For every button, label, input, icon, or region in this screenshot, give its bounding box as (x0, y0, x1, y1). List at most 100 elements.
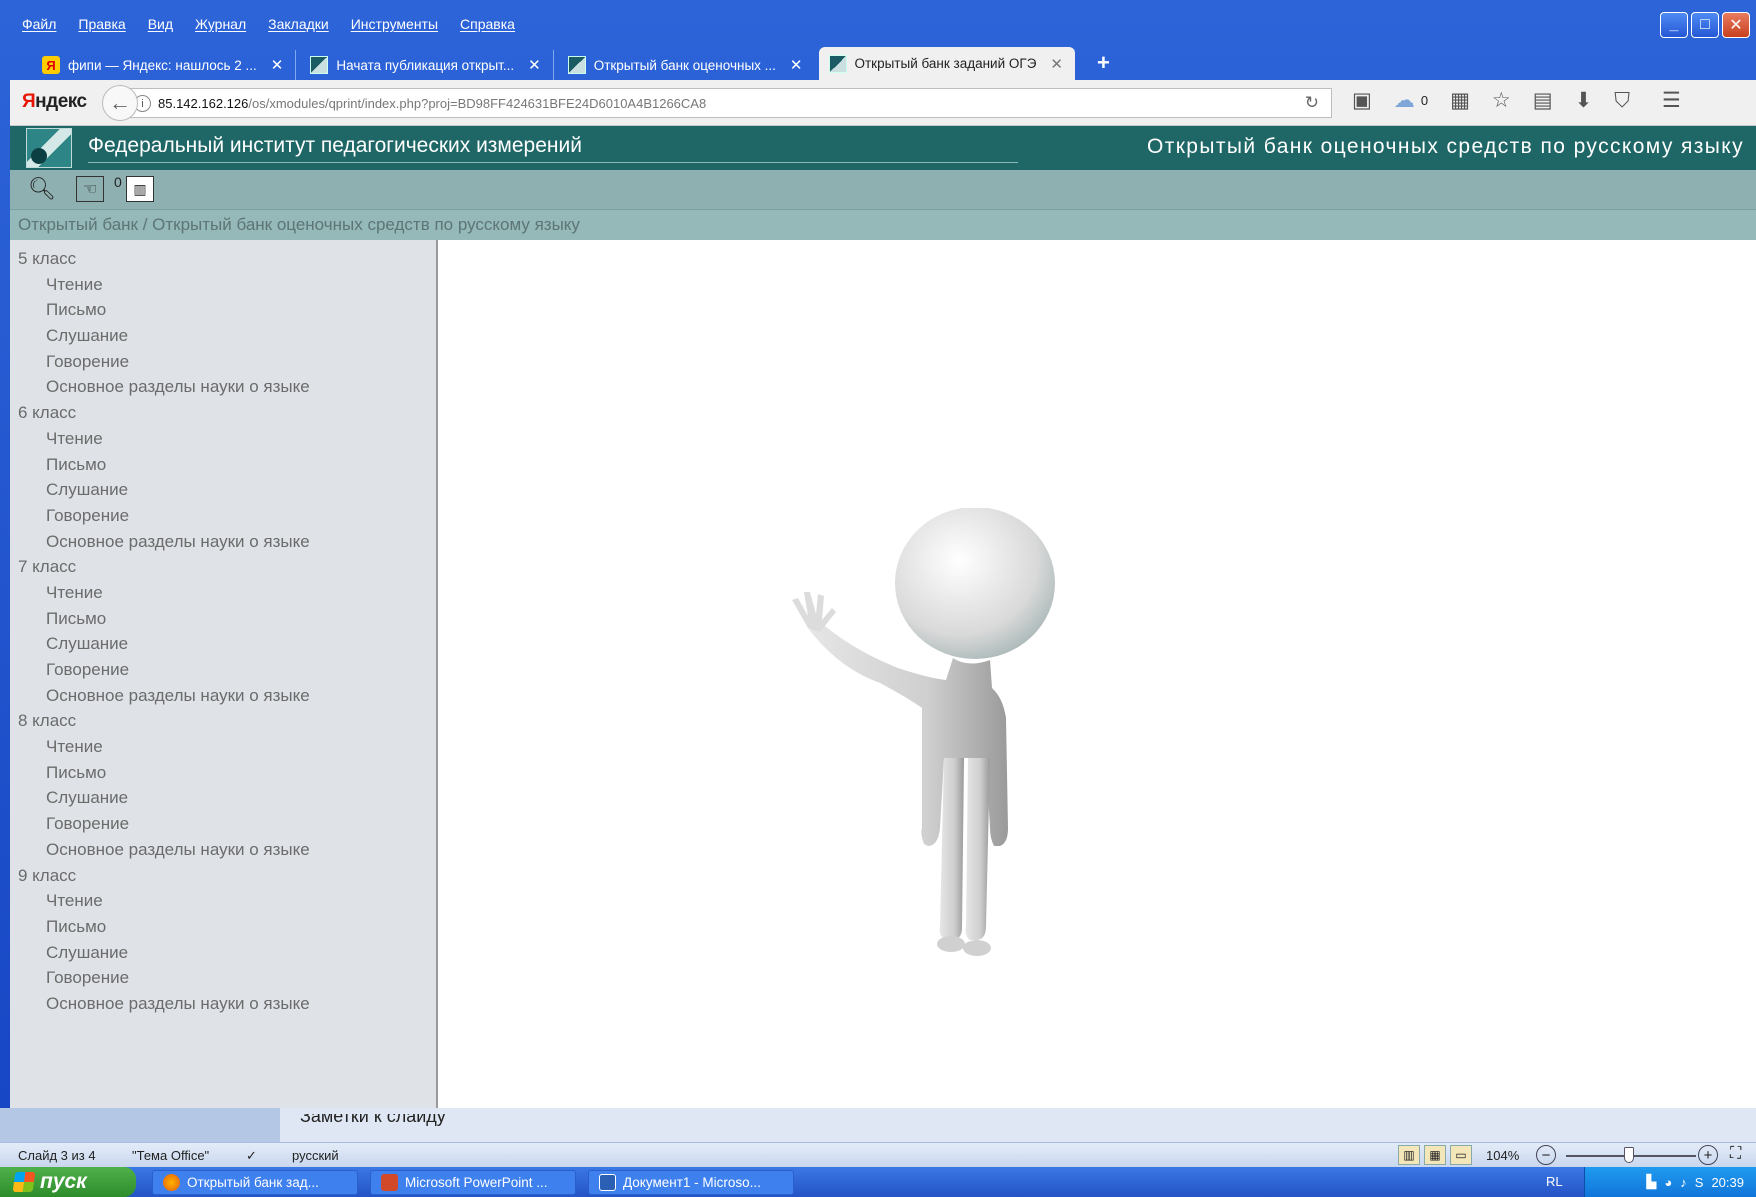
start-button[interactable]: пуск (0, 1167, 136, 1197)
network-icon[interactable]: ▙ (1646, 1174, 1656, 1190)
close-tab-icon[interactable]: ✕ (271, 56, 284, 74)
tab-open-bank-oge[interactable]: Открытый банк заданий ОГЭ ✕ (818, 47, 1075, 80)
menu-edit[interactable]: Правка (78, 16, 125, 32)
menu-bookmarks[interactable]: Закладки (268, 16, 329, 32)
maximize-button[interactable]: □ (1691, 12, 1719, 38)
sidebar-item-listening[interactable]: Слушание (18, 323, 436, 349)
sidebar-item-writing[interactable]: Письмо (18, 606, 436, 632)
sidebar-item-reading[interactable]: Чтение (18, 426, 436, 452)
search-icon[interactable]: 🔍︎ (28, 176, 56, 202)
new-tab-button[interactable]: + (1097, 50, 1110, 80)
statistics-icon[interactable]: ▥ (126, 176, 154, 202)
sidebar-item-language-science[interactable]: Основное разделы науки о языке (18, 374, 436, 400)
menu-view[interactable]: Вид (148, 16, 173, 32)
zoom-level[interactable]: 104% (1486, 1148, 1519, 1163)
breadcrumb[interactable]: Открытый банк / Открытый банк оценочных … (10, 210, 1756, 240)
fipi-icon (828, 54, 847, 73)
screenshot-icon[interactable]: ▣ (1352, 88, 1372, 113)
class-7[interactable]: 7 класс (18, 554, 436, 580)
normal-view-icon[interactable]: ▥ (1398, 1145, 1420, 1165)
menu-bar: Файл Правка Вид Журнал Закладки Инструме… (10, 8, 1650, 40)
firefox-icon (163, 1174, 180, 1191)
menu-help[interactable]: Справка (460, 16, 515, 32)
slideshow-icon[interactable]: ▭ (1450, 1145, 1472, 1165)
back-button[interactable]: ← (102, 85, 138, 121)
minimize-button[interactable]: _ (1660, 12, 1688, 38)
skype-icon[interactable]: S (1695, 1175, 1704, 1190)
arrow-left-icon: ← (109, 90, 131, 115)
sidebar-item-reading[interactable]: Чтение (18, 734, 436, 760)
tab-publication[interactable]: Начата публикация открыт... ✕ (300, 50, 554, 80)
header-divider (88, 162, 1018, 163)
sidebar-item-listening[interactable]: Слушание (18, 631, 436, 657)
selected-count: 0 (114, 174, 122, 190)
sidebar-item-writing[interactable]: Письмо (18, 914, 436, 940)
sidebar-item-writing[interactable]: Письмо (18, 452, 436, 478)
menu-history[interactable]: Журнал (195, 16, 246, 32)
hand-icon[interactable]: ☜ (76, 176, 104, 202)
sidebar-item-listening[interactable]: Слушание (18, 477, 436, 503)
close-tab-icon[interactable]: ✕ (528, 56, 541, 74)
class-8[interactable]: 8 класс (18, 708, 436, 734)
sidebar-item-speaking[interactable]: Говорение (18, 349, 436, 375)
sidebar-item-language-science[interactable]: Основное разделы науки о языке (18, 837, 436, 863)
taskbar-item-word[interactable]: Документ1 - Microso... (588, 1170, 794, 1195)
site-subtitle: Открытый банк оценочных средств по русск… (1146, 135, 1744, 158)
zoom-in-icon[interactable]: + (1698, 1145, 1718, 1165)
sidebar-item-language-science[interactable]: Основное разделы науки о языке (18, 991, 436, 1017)
zoom-out-icon[interactable]: − (1536, 1145, 1556, 1165)
sidebar-item-speaking[interactable]: Говорение (18, 811, 436, 837)
tab-yandex-search[interactable]: Я фипи — Яндекс: нашлось 2 ... ✕ (32, 50, 297, 80)
cloud-icon[interactable]: ☁ 0 (1394, 88, 1428, 113)
download-icon[interactable]: ⬇ (1575, 88, 1593, 113)
language-indicator: русский (292, 1148, 339, 1163)
taskbar-item-firefox[interactable]: Открытый банк зад... (152, 1170, 358, 1195)
reload-icon[interactable]: ↻ (1305, 93, 1319, 113)
sidebar-item-listening[interactable]: Слушание (18, 785, 436, 811)
sidebar-item-reading[interactable]: Чтение (18, 580, 436, 606)
sidebar-item-language-science[interactable]: Основное разделы науки о языке (18, 529, 436, 555)
extension-icon[interactable]: ▦ (1450, 88, 1470, 113)
sidebar-item-speaking[interactable]: Говорение (18, 657, 436, 683)
fipi-icon (567, 56, 586, 74)
menu-tools[interactable]: Инструменты (351, 16, 438, 32)
menu-file[interactable]: Файл (22, 16, 56, 32)
yandex-logo[interactable]: Яндекс (22, 91, 87, 113)
address-bar[interactable]: i 85.142.162.126/os/xmodules/qprint/inde… (122, 88, 1332, 118)
url-host: 85.142.162.126 (158, 95, 249, 111)
keyboard-language[interactable]: RL (1546, 1174, 1563, 1189)
close-window-button[interactable]: ✕ (1722, 12, 1750, 38)
sidebar-item-writing[interactable]: Письмо (18, 760, 436, 786)
taskbar-item-powerpoint[interactable]: Microsoft PowerPoint ... (370, 1170, 576, 1195)
volume-icon[interactable]: ♪ (1680, 1175, 1687, 1190)
powerpoint-notes-pane: Заметки к слайду (0, 1108, 1756, 1142)
pocket-icon[interactable]: ⛉ (1614, 89, 1630, 113)
sidebar-item-listening[interactable]: Слушание (18, 940, 436, 966)
sidebar-item-language-science[interactable]: Основное разделы науки о языке (18, 683, 436, 709)
bookmark-star-icon[interactable]: ☆ (1492, 88, 1511, 113)
clock[interactable]: 20:39 (1711, 1175, 1744, 1190)
fit-to-window-icon[interactable]: ⛶ (1730, 1145, 1741, 1163)
sidebar: 5 класс Чтение Письмо Слушание Говорение… (10, 240, 438, 1108)
antivirus-icon[interactable]: ◕ (1664, 1175, 1672, 1190)
class-5[interactable]: 5 класс (18, 246, 436, 272)
class-group-5: 5 класс Чтение Письмо Слушание Говорение… (18, 246, 436, 400)
slide-sorter-icon[interactable]: ▦ (1424, 1145, 1446, 1165)
sidebar-item-reading[interactable]: Чтение (18, 888, 436, 914)
menu-icon[interactable]: ☰ (1662, 88, 1681, 113)
class-9[interactable]: 9 класс (18, 863, 436, 889)
sidebar-item-speaking[interactable]: Говорение (18, 965, 436, 991)
zoom-slider-thumb[interactable] (1624, 1147, 1634, 1163)
close-tab-icon[interactable]: ✕ (1050, 55, 1063, 73)
reading-list-icon[interactable]: ▤ (1533, 88, 1553, 113)
spellcheck-icon[interactable]: ✓ (246, 1148, 257, 1164)
class-6[interactable]: 6 класс (18, 400, 436, 426)
main-content (438, 240, 1756, 1108)
notes-placeholder[interactable]: Заметки к слайду (300, 1114, 446, 1127)
sidebar-item-writing[interactable]: Письмо (18, 297, 436, 323)
sidebar-item-reading[interactable]: Чтение (18, 272, 436, 298)
tab-open-bank-assessment[interactable]: Открытый банк оценочных ... ✕ (558, 50, 815, 80)
fipi-logo[interactable] (26, 128, 72, 168)
sidebar-item-speaking[interactable]: Говорение (18, 503, 436, 529)
close-tab-icon[interactable]: ✕ (790, 56, 803, 74)
